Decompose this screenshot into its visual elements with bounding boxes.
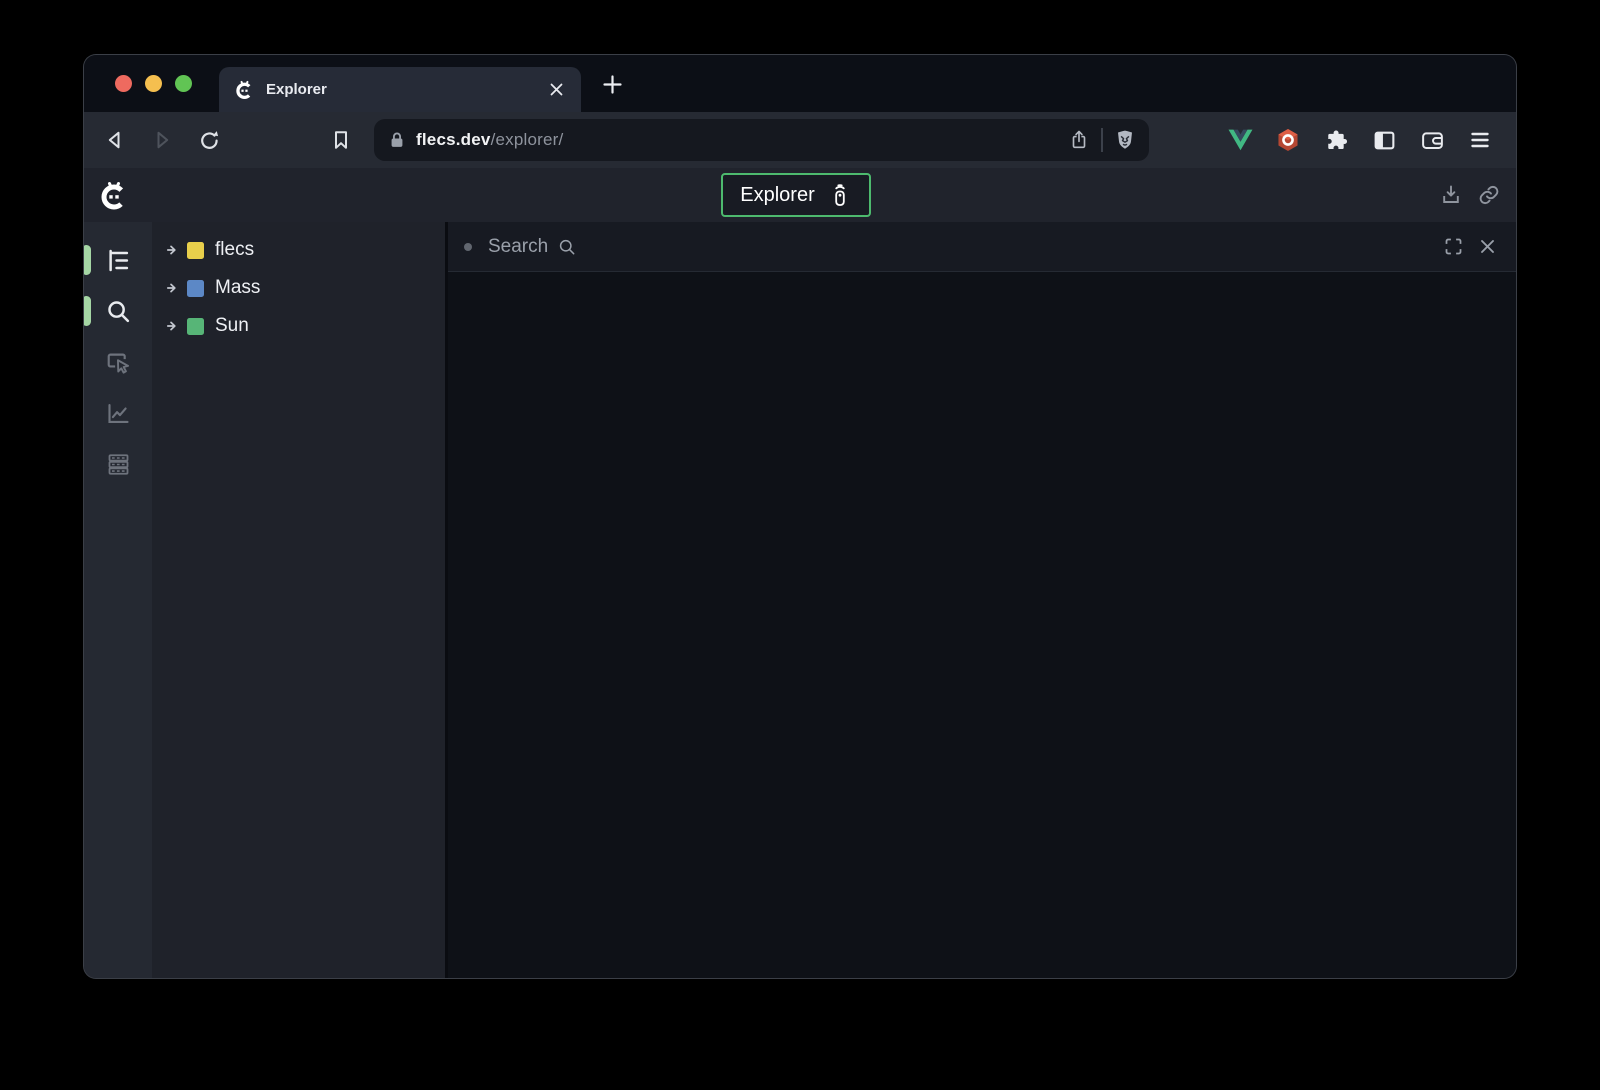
tree-panel-active-indicator [84,245,91,275]
share-link-icon[interactable] [1476,182,1502,208]
hexagon-extension-icon[interactable] [1274,126,1302,154]
search-results-area[interactable] [448,272,1516,978]
expand-chevron-icon[interactable] [166,243,180,257]
entity-label: flecs [215,239,254,261]
wallet-icon[interactable] [1418,126,1446,154]
tree-row-sun[interactable]: Sun [152,307,445,345]
close-window-button[interactable] [115,75,132,92]
share-icon[interactable] [1067,128,1091,152]
expand-chevron-icon[interactable] [166,319,180,333]
tree-row-mass[interactable]: Mass [152,269,445,307]
bookmark-icon[interactable] [326,125,356,155]
explorer-title: Explorer [740,184,814,207]
tab-title: Explorer [266,81,544,98]
download-icon[interactable] [1438,182,1464,208]
menu-hamburger-icon[interactable] [1466,126,1494,154]
minimize-window-button[interactable] [145,75,162,92]
search-panel-title[interactable]: Search [488,236,548,258]
tab-close-icon[interactable] [544,78,568,102]
explorer-title-button[interactable]: Explorer [721,173,870,217]
expand-chevron-icon[interactable] [166,281,180,295]
lock-icon [387,130,407,150]
tab-favicon-flecs-icon [234,79,255,100]
extensions-puzzle-icon[interactable] [1322,126,1350,154]
brave-shield-icon[interactable] [1113,128,1137,152]
entity-color-swatch [187,280,204,297]
forward-icon [147,125,177,155]
back-icon[interactable] [100,125,130,155]
search-panel-header: Search [448,222,1516,272]
flecs-logo-icon[interactable] [98,179,130,211]
zoom-window-button[interactable] [175,75,192,92]
browser-window: Explorer [84,55,1516,978]
reload-icon[interactable] [194,125,224,155]
tab-bar: Explorer [84,55,1516,112]
entity-tree-panel: flecs Mass Sun [152,222,445,978]
url-host: flecs.dev [416,130,491,149]
search-panel-active-indicator [84,296,91,326]
address-bar[interactable]: flecs.dev/explorer/ [374,119,1149,161]
tree-row-flecs[interactable]: flecs [152,231,445,269]
chart-view-icon[interactable] [84,391,152,435]
table-view-icon[interactable] [84,442,152,486]
entity-color-swatch [187,242,204,259]
entity-color-swatch [187,318,204,335]
browser-tab[interactable]: Explorer [219,67,581,112]
search-panel: Search [448,222,1516,978]
header-actions [1438,168,1502,222]
extensions-row [1226,126,1516,154]
sidebar-toggle-icon[interactable] [1370,126,1398,154]
panel-status-dot [464,243,472,251]
vue-devtools-extension-icon[interactable] [1226,126,1254,154]
fullscreen-icon[interactable] [1443,236,1464,257]
navigation-bar: flecs.dev/explorer/ [84,112,1516,168]
url-text: flecs.dev/explorer/ [416,130,1067,150]
close-panel-icon[interactable] [1477,236,1498,257]
inspector-view-icon[interactable] [84,340,152,384]
explorer-header: Explorer [84,168,1516,222]
new-tab-button[interactable] [598,70,626,98]
icon-rail [84,222,152,978]
address-bar-divider [1101,128,1103,152]
url-path: /explorer/ [491,130,564,149]
entity-label: Mass [215,277,260,299]
remote-connected-icon [828,182,852,208]
tree-view-icon[interactable] [84,238,152,282]
search-icon[interactable] [556,236,577,257]
explorer-content: flecs Mass Sun [84,222,1516,978]
search-view-icon[interactable] [84,289,152,333]
entity-label: Sun [215,315,249,337]
traffic-lights [115,55,192,112]
